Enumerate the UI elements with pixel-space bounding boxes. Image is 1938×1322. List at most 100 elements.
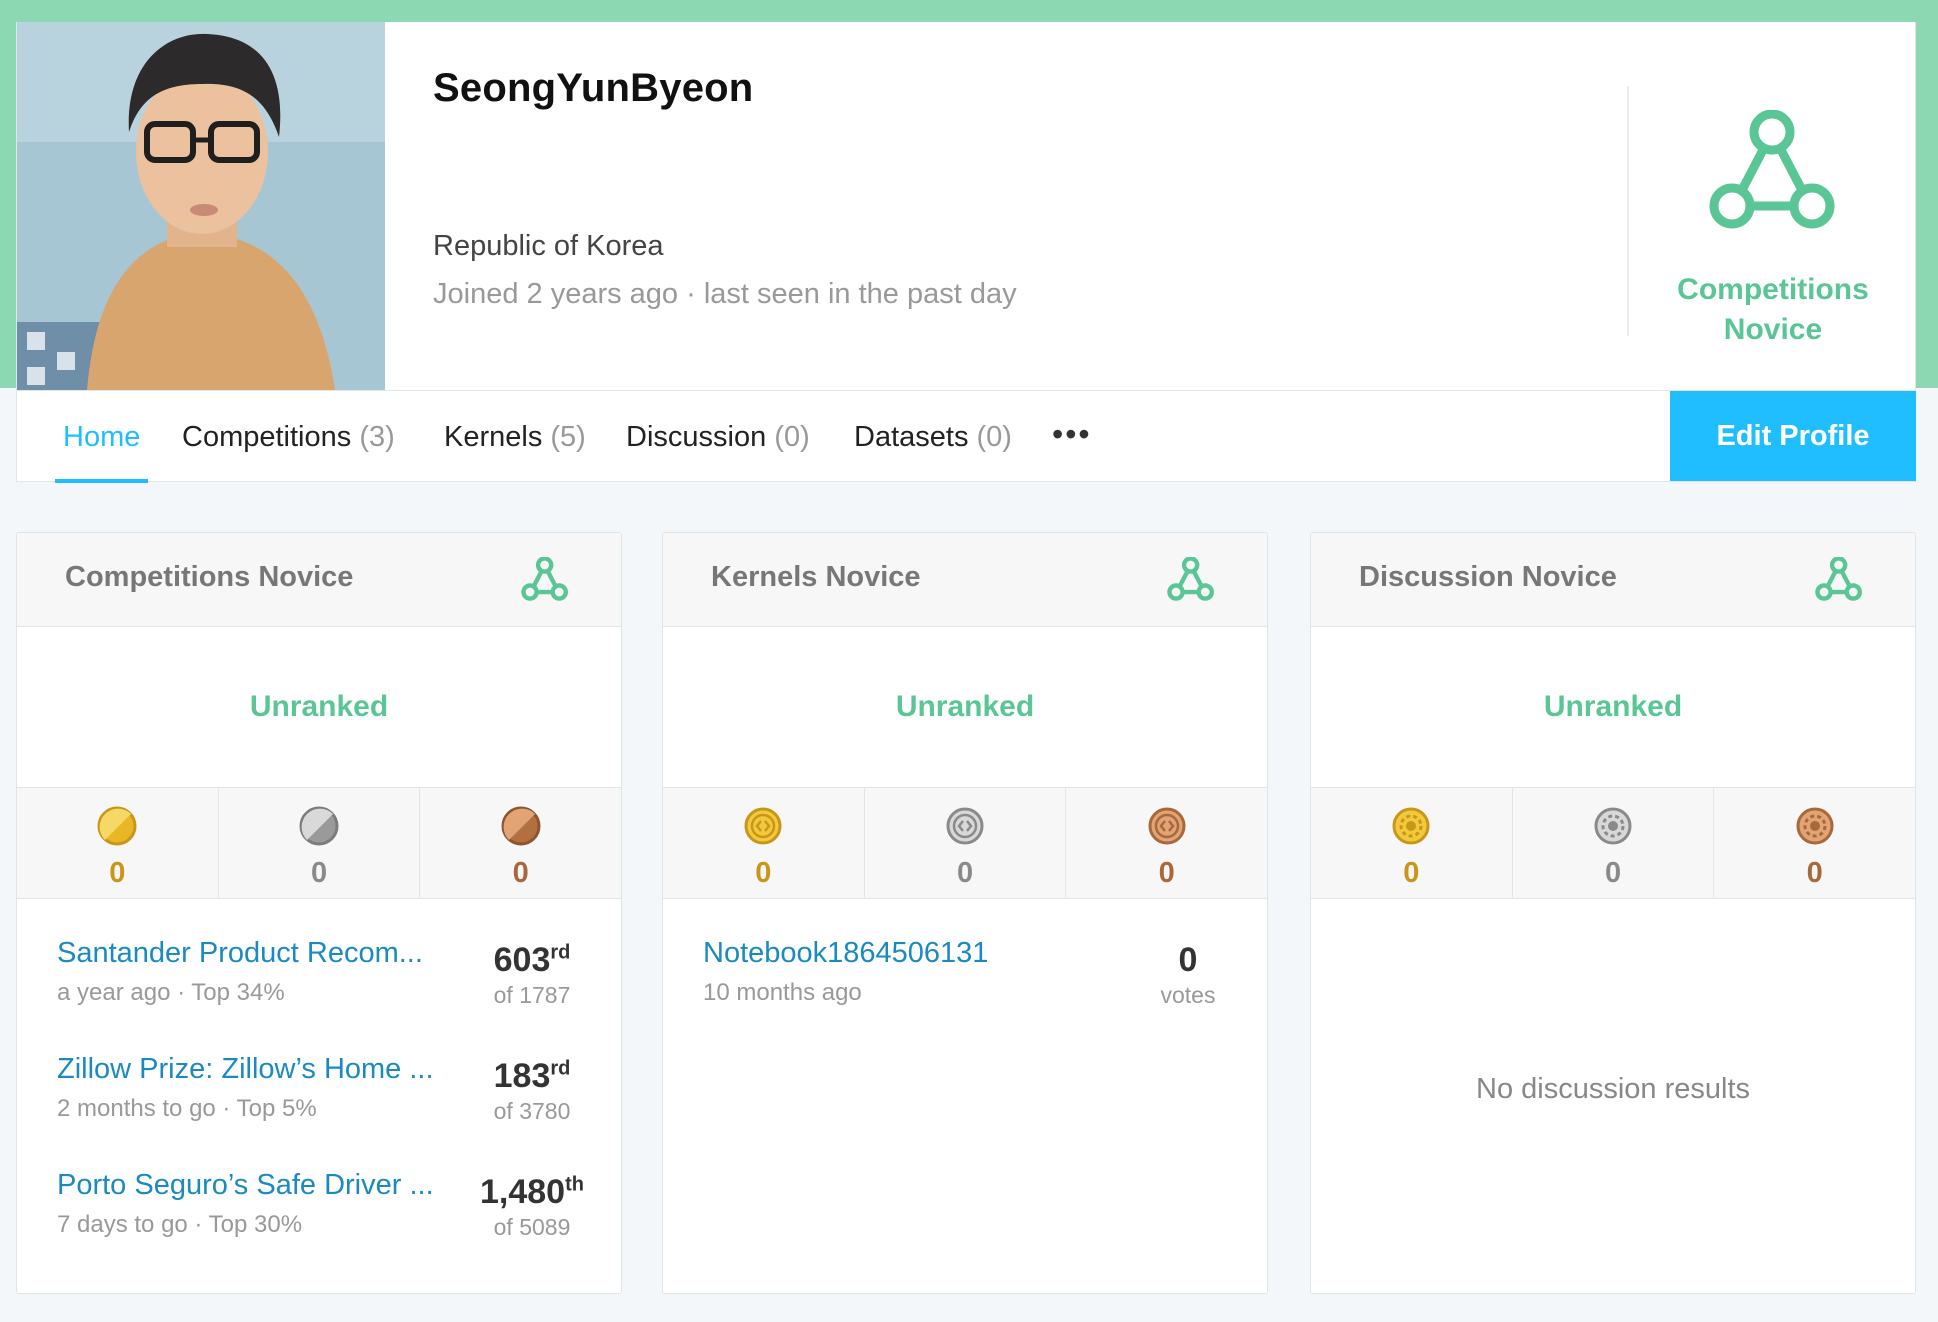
empty-discussion-message: No discussion results (1476, 1073, 1750, 1105)
tab-kernels[interactable]: Kernels (5) (444, 391, 586, 483)
panel-title: Kernels Novice (711, 561, 921, 593)
location: Republic of Korea (433, 230, 664, 262)
rank-status: Unranked (249, 690, 389, 723)
panel-title: Competitions Novice (65, 561, 354, 593)
competition-entry: Santander Product Recom... a year ago · … (57, 937, 597, 1037)
gold-kernel-medal-icon (744, 807, 782, 845)
gold-competition-medal-icon (97, 806, 137, 846)
competition-link[interactable]: Zillow Prize: Zillow’s Home ... (57, 1053, 457, 1086)
votes-label: votes (1160, 982, 1216, 1008)
profile-header: SeongYunByeon Republic of Korea Joined 2… (16, 22, 1917, 483)
gold-discussion-medal-icon (1392, 807, 1430, 845)
rank-suffix: rd (550, 941, 571, 964)
joined-status: Joined 2 years ago · last seen in the pa… (433, 278, 1017, 310)
competition-rank: 603rd of 1787 (467, 941, 597, 1009)
bronze-count: 0 (512, 857, 529, 889)
more-menu-icon[interactable]: ••• (1052, 391, 1092, 483)
tab-count: (3) (359, 421, 395, 453)
medal-row: 0 0 0 (17, 787, 621, 899)
novice-tier-icon (521, 557, 569, 601)
kernel-entry: Notebook1864506131 10 months ago 0 votes (703, 937, 1243, 1037)
edit-profile-button[interactable]: Edit Profile (1670, 391, 1916, 481)
tab-discussion[interactable]: Discussion (0) (626, 391, 810, 483)
tier-badge[interactable]: Competitions Novice (1629, 110, 1917, 350)
gold-count: 0 (1403, 857, 1420, 889)
medal-row: 0 0 0 (663, 787, 1267, 899)
tab-label: Kernels (444, 421, 543, 453)
panel-title: Discussion Novice (1359, 561, 1617, 593)
panel-header: Discussion Novice (1311, 533, 1915, 627)
rank-number: 1,480 (480, 1173, 566, 1211)
competition-meta: a year ago · Top 34% (57, 979, 285, 1006)
silver-kernel-medal-icon (946, 807, 984, 845)
silver-discussion-medal-icon (1594, 807, 1632, 845)
bronze-competition-medal-icon (501, 806, 541, 846)
tab-count: (5) (550, 421, 586, 453)
tab-label: Datasets (854, 421, 969, 453)
username: SeongYunByeon (433, 66, 754, 110)
competition-rank: 183rd of 3780 (467, 1057, 597, 1125)
competition-link[interactable]: Porto Seguro’s Safe Driver ... (57, 1169, 457, 1202)
gold-count: 0 (755, 857, 772, 889)
novice-tier-icon (1167, 557, 1214, 601)
tab-count: (0) (774, 421, 810, 453)
rank-suffix: th (565, 1173, 584, 1196)
tab-home[interactable]: Home (54, 391, 149, 483)
rank-number: 183 (493, 1057, 551, 1095)
profile-nav: Home Competitions (3) Kernels (5) Discus… (16, 390, 1916, 483)
rank-number: 603 (493, 941, 551, 979)
gold-count: 0 (109, 857, 126, 889)
silver-medal: 0 (865, 788, 1067, 898)
silver-count: 0 (310, 857, 328, 889)
tab-label: Home (63, 421, 141, 453)
medal-row: 0 0 0 (1311, 787, 1915, 899)
bronze-kernel-medal-icon (1148, 807, 1186, 845)
bronze-medal: 0 (1714, 788, 1915, 898)
rank-total: of 1787 (493, 982, 571, 1008)
competition-meta: 2 months to go · Top 5% (57, 1095, 317, 1122)
tab-label: Competitions (182, 421, 352, 453)
bronze-count: 0 (1158, 857, 1175, 889)
competition-entry: Zillow Prize: Zillow’s Home ... 2 months… (57, 1053, 597, 1153)
rank-status: Unranked (895, 690, 1035, 723)
panel-header: Competitions Novice (17, 533, 621, 627)
tier-label: Competitions Novice (1677, 273, 1869, 346)
competitions-panel: Competitions Novice Unranked 0 0 0 Santa… (16, 532, 622, 1294)
gold-medal: 0 (1311, 788, 1513, 898)
silver-count: 0 (1604, 857, 1622, 889)
tab-competitions[interactable]: Competitions (3) (182, 391, 395, 483)
avatar-photo (17, 22, 385, 390)
silver-count: 0 (956, 857, 974, 889)
kernel-link[interactable]: Notebook1864506131 (703, 937, 1103, 970)
kernel-votes: 0 votes (1123, 941, 1253, 1009)
bronze-discussion-medal-icon (1796, 807, 1834, 845)
rank-suffix: rd (550, 1057, 571, 1080)
competition-entry: Porto Seguro’s Safe Driver ... 7 days to… (57, 1169, 597, 1269)
tab-label: Discussion (626, 421, 767, 453)
novice-tier-icon (1709, 110, 1835, 229)
rank-status: Unranked (1543, 690, 1683, 723)
panel-header: Kernels Novice (663, 533, 1267, 627)
gold-medal: 0 (663, 788, 865, 898)
tab-count: (0) (976, 421, 1012, 453)
gold-medal: 0 (17, 788, 219, 898)
silver-medal: 0 (1513, 788, 1715, 898)
novice-tier-icon (1815, 557, 1862, 601)
competition-meta: 7 days to go · Top 30% (57, 1211, 303, 1238)
bronze-medal: 0 (1066, 788, 1267, 898)
bronze-count: 0 (1806, 857, 1823, 889)
competition-rank: 1,480th of 5089 (467, 1173, 597, 1241)
rank-total: of 3780 (493, 1098, 571, 1124)
profile-info: SeongYunByeon Republic of Korea Joined 2… (433, 66, 1017, 310)
competition-link[interactable]: Santander Product Recom... (57, 937, 457, 970)
kernels-panel: Kernels Novice Unranked 0 0 0 Notebook18… (662, 532, 1268, 1294)
discussion-panel: Discussion Novice Unranked 0 0 0 No disc… (1310, 532, 1916, 1294)
bronze-medal: 0 (420, 788, 621, 898)
rank-total: of 5089 (493, 1214, 571, 1240)
silver-medal: 0 (219, 788, 421, 898)
vote-count: 0 (1178, 941, 1198, 979)
avatar[interactable] (17, 22, 385, 390)
silver-competition-medal-icon (299, 806, 339, 846)
kernel-meta: 10 months ago (703, 979, 862, 1006)
tab-datasets[interactable]: Datasets (0) (854, 391, 1012, 483)
